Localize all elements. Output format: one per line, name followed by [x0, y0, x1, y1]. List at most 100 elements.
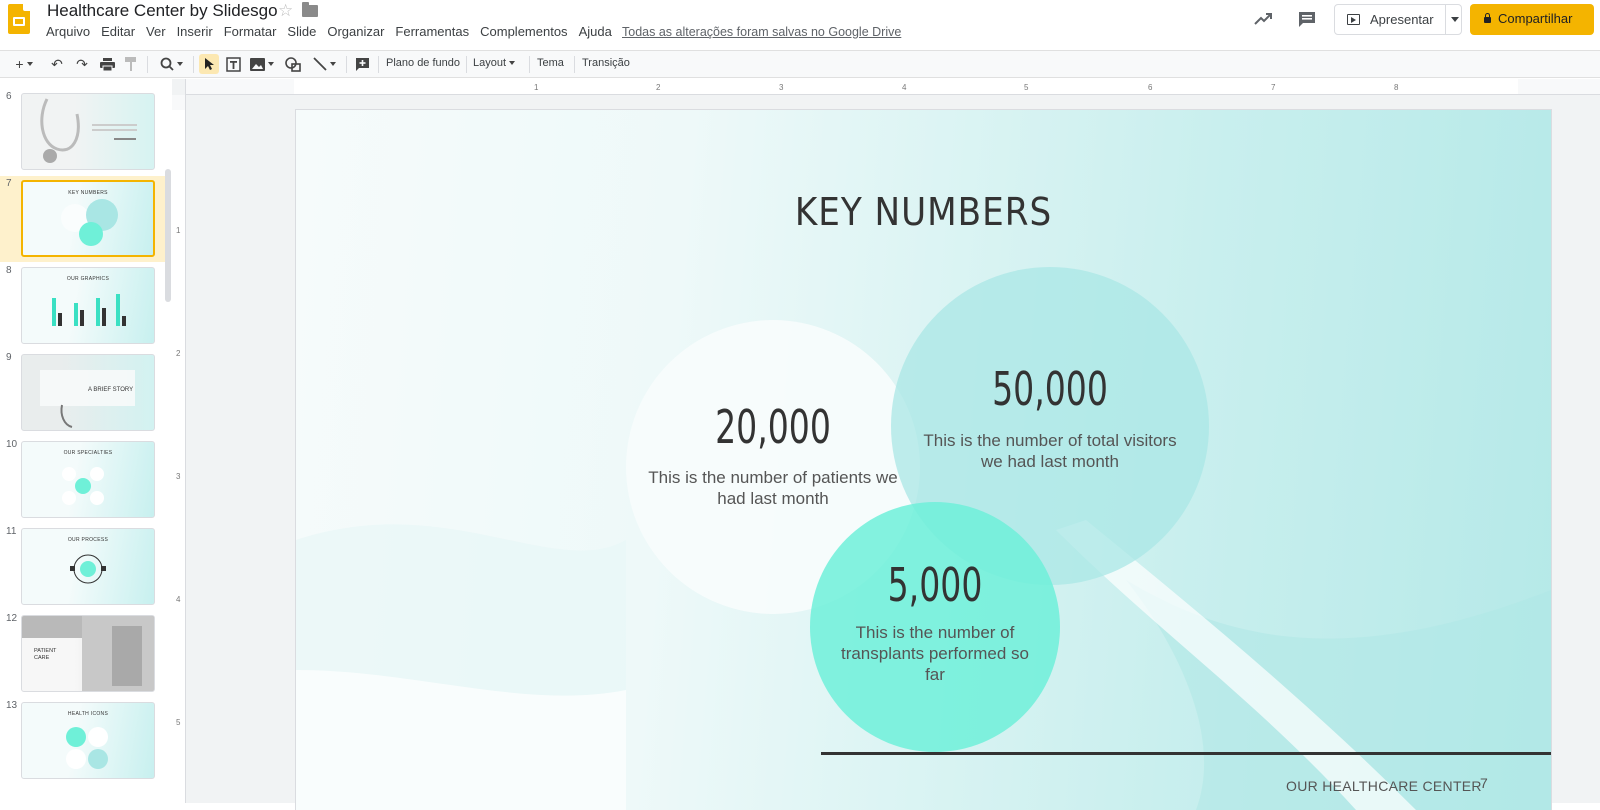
share-label: Compartilhar	[1498, 11, 1573, 26]
slide-preview: OUR PROCESS	[21, 528, 155, 605]
text-box-icon[interactable]	[223, 54, 243, 74]
present-dropdown-icon[interactable]	[1451, 17, 1459, 22]
present-button[interactable]: Apresentar	[1334, 4, 1462, 35]
menu-bar: Arquivo Editar Ver Inserir Formatar Slid…	[46, 24, 623, 39]
layout-label: Layout	[473, 57, 507, 69]
slide-preview-title: HEALTH ICONS	[67, 711, 109, 717]
menu-arquivo[interactable]: Arquivo	[46, 24, 90, 39]
slide-page-number: 7	[1480, 775, 1488, 791]
slides-logo-icon[interactable]	[8, 4, 30, 34]
slide-thumbnail-13[interactable]: 13 HEALTH ICONS	[0, 698, 168, 784]
share-button[interactable]: Compartilhar	[1470, 4, 1594, 35]
save-status-link[interactable]: Todas as alterações foram salvas no Goog…	[622, 25, 901, 39]
slide-preview-title: OUR PROCESS	[67, 537, 109, 543]
slide-preview-title: OUR GRAPHICS	[66, 276, 110, 282]
slide-thumbnail-12[interactable]: 12 PATIENT CARE	[0, 611, 168, 697]
toolbar-separator	[147, 56, 148, 73]
present-split-divider	[1445, 5, 1446, 34]
slide-thumbnail-9[interactable]: 9 A BRIEF STORY	[0, 350, 168, 436]
image-insert-icon[interactable]	[247, 54, 277, 74]
stat-value-patients[interactable]: 20,000	[685, 400, 861, 454]
svg-text:5: 5	[1024, 83, 1029, 92]
slide-preview-title: A BRIEF STORY	[88, 387, 134, 393]
slide-filmstrip: 6 7 KEY NUMBERS 8 OUR GRAPHICS 9 A BRIEF…	[0, 79, 186, 803]
add-comment-icon[interactable]	[352, 54, 372, 74]
toolbar-separator	[574, 56, 575, 73]
comments-icon[interactable]	[1296, 10, 1318, 30]
transition-button[interactable]: Transição	[582, 57, 630, 69]
print-icon[interactable]	[97, 54, 117, 74]
background-button[interactable]: Plano de fundo	[386, 57, 460, 69]
slide-preview-title: KEY NUMBERS	[68, 190, 108, 196]
filmstrip-scrollbar[interactable]	[165, 169, 171, 302]
toolbar-separator	[529, 56, 530, 73]
slide-preview: OUR SPECIALTIES	[21, 441, 155, 518]
paint-format-icon[interactable]	[121, 54, 141, 74]
slide-thumbnail-10[interactable]: 10 OUR SPECIALTIES	[0, 437, 168, 523]
svg-text:2: 2	[176, 349, 181, 358]
slide-preview: OUR GRAPHICS	[21, 267, 155, 344]
toolbar-separator	[378, 56, 379, 73]
slide-thumbnail-6[interactable]: 6	[0, 89, 168, 175]
layout-dropdown-icon	[509, 61, 516, 66]
svg-text:7: 7	[1271, 83, 1276, 92]
slide-thumbnail-11[interactable]: 11 OUR PROCESS	[0, 524, 168, 610]
svg-text:6: 6	[1148, 83, 1153, 92]
stat-description-patients[interactable]: This is the number of patients we had la…	[641, 467, 905, 509]
zoom-button[interactable]	[154, 54, 188, 74]
menu-inserir[interactable]: Inserir	[177, 24, 213, 39]
redo-icon[interactable]: ↷	[72, 54, 92, 74]
slide-title[interactable]: KEY NUMBERS	[296, 190, 1551, 234]
toolbar-separator	[346, 56, 347, 73]
horizontal-ruler[interactable]: 1 2 3 4 5 6 7 8	[186, 79, 1600, 95]
vertical-ruler[interactable]: 1 2 3 4 5	[172, 95, 186, 803]
slide-number: 9	[6, 352, 12, 363]
svg-text:4: 4	[902, 83, 907, 92]
toolbar-separator	[466, 56, 467, 73]
slide-number: 13	[6, 700, 18, 711]
stat-value-visitors[interactable]: 50,000	[954, 362, 1146, 416]
star-icon[interactable]: ☆	[278, 1, 293, 21]
svg-text:4: 4	[176, 595, 181, 604]
slide-number: 12	[6, 613, 18, 624]
slide-footer-text[interactable]: OUR HEALTHCARE CENTER	[1286, 778, 1482, 794]
slide-canvas[interactable]: KEY NUMBERS 20,000 This is the number of…	[296, 110, 1551, 810]
document-title[interactable]: Healthcare Center by Slidesgo	[47, 1, 278, 21]
slide-thumbnail-7[interactable]: 7 KEY NUMBERS	[0, 176, 168, 262]
layout-button[interactable]: Layout	[473, 57, 516, 69]
theme-button[interactable]: Tema	[537, 57, 564, 69]
svg-text:1: 1	[176, 226, 181, 235]
menu-slide[interactable]: Slide	[287, 24, 316, 39]
toolbar: + ↶ ↷ Plano de fundo Layout Tema Transiç…	[0, 50, 1600, 78]
slide-preview: KEY NUMBERS	[21, 180, 155, 257]
ruler-ticks: 1 2 3 4 5	[172, 110, 185, 803]
menu-ajuda[interactable]: Ajuda	[579, 24, 612, 39]
menu-organizar[interactable]: Organizar	[327, 24, 384, 39]
menu-editar[interactable]: Editar	[101, 24, 135, 39]
line-tool-icon[interactable]	[307, 54, 341, 74]
present-label: Apresentar	[1370, 12, 1434, 27]
menu-ferramentas[interactable]: Ferramentas	[395, 24, 469, 39]
slide-number: 10	[6, 439, 18, 450]
slide-number: 7	[6, 178, 12, 189]
lock-icon	[1484, 13, 1491, 23]
app-header: Healthcare Center by Slidesgo ☆ Arquivo …	[0, 0, 1600, 47]
footer-divider	[821, 752, 1551, 755]
undo-icon[interactable]: ↶	[47, 54, 67, 74]
toolbar-separator	[193, 56, 194, 73]
menu-complementos[interactable]: Complementos	[480, 24, 567, 39]
menu-ver[interactable]: Ver	[146, 24, 166, 39]
svg-text:5: 5	[176, 718, 181, 727]
stat-value-transplants[interactable]: 5,000	[847, 558, 1023, 612]
menu-formatar[interactable]: Formatar	[224, 24, 277, 39]
new-slide-button[interactable]: +	[6, 54, 42, 74]
stat-description-visitors[interactable]: This is the number of total visitors we …	[923, 430, 1177, 472]
stat-description-transplants[interactable]: This is the number of transplants perfor…	[830, 622, 1040, 685]
activity-trend-icon[interactable]	[1252, 10, 1274, 30]
shape-icon[interactable]	[283, 54, 303, 74]
slide-preview-title: OUR SPECIALTIES	[63, 450, 113, 456]
folder-icon[interactable]	[302, 2, 318, 17]
svg-text:3: 3	[176, 472, 181, 481]
select-tool-icon[interactable]	[199, 54, 219, 74]
slide-thumbnail-8[interactable]: 8 OUR GRAPHICS	[0, 263, 168, 349]
